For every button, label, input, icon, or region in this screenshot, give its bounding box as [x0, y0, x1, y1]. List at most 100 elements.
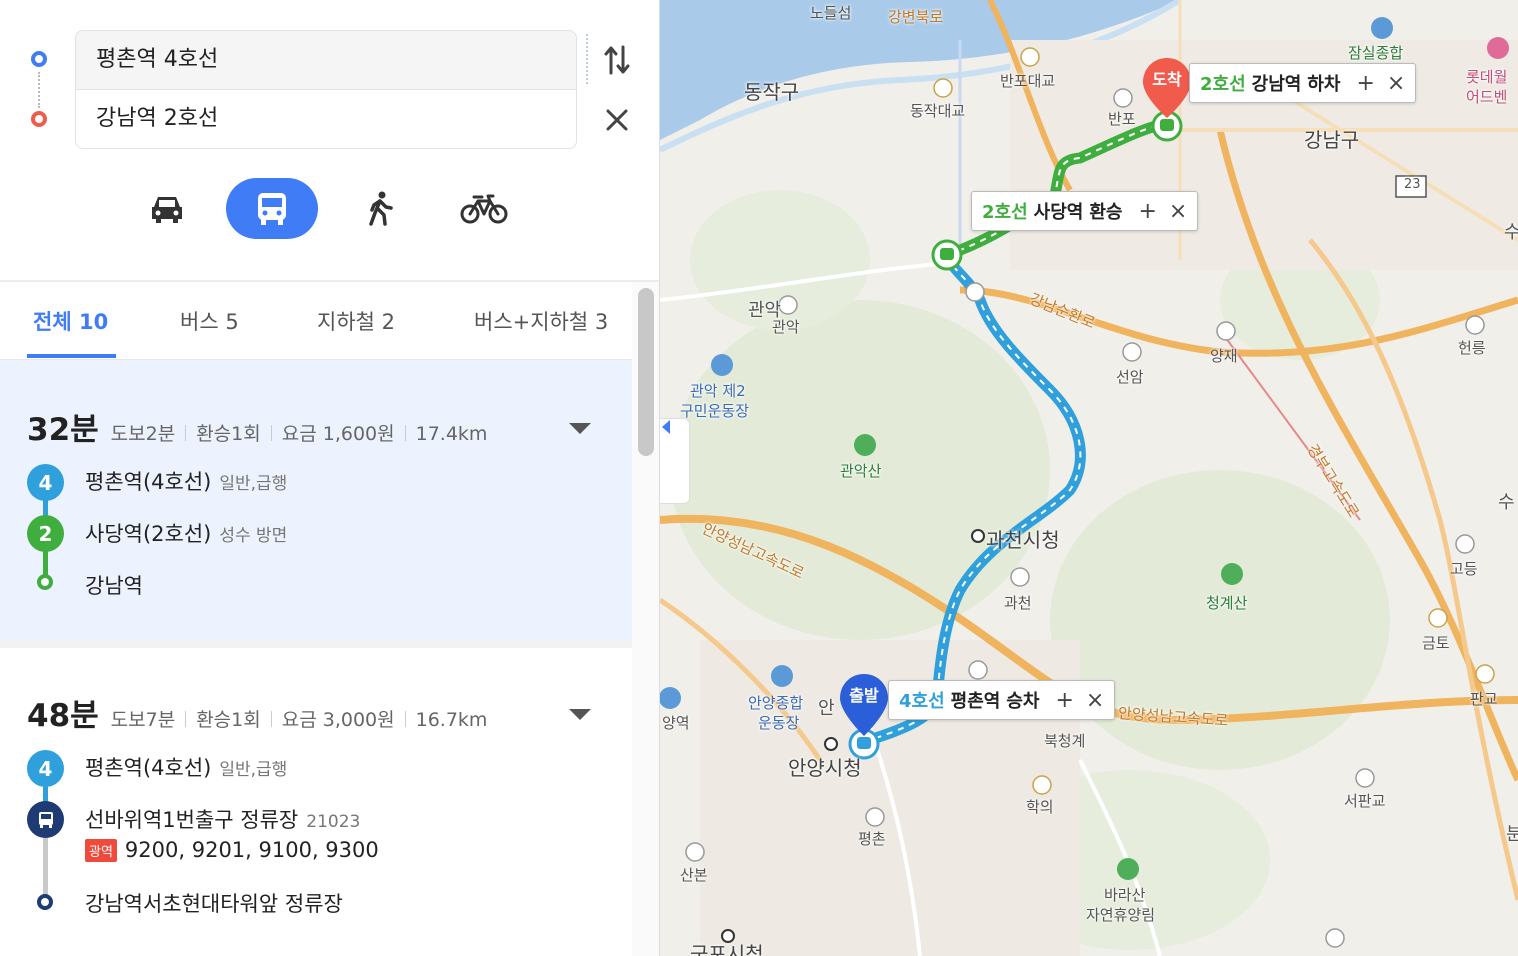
- route-duration: 32분: [27, 412, 99, 448]
- tab-subway[interactable]: 지하철 2: [317, 306, 395, 336]
- mode-bike-button[interactable]: [447, 178, 521, 239]
- mode-walk-button[interactable]: [343, 178, 417, 239]
- map-label: 자연휴양림: [1086, 906, 1156, 924]
- map-label: 동작구: [744, 80, 800, 104]
- tab-bus-subway[interactable]: 버스+지하철 3: [474, 306, 608, 336]
- add-icon[interactable]: +: [1356, 71, 1374, 96]
- map-label: 반포대교: [1000, 72, 1056, 90]
- step-bus-stop: 선바위역1번출구 정류장 21023: [85, 808, 361, 832]
- map-label: 금토: [1422, 634, 1450, 652]
- origin-dot-icon: [31, 51, 47, 67]
- route-summary: 32분 도보2분 환승1회 요금 1,600원 17.4km: [27, 404, 487, 449]
- route-duration: 48분: [27, 698, 99, 734]
- map-label: 평촌: [858, 830, 886, 848]
- route-transfers: 환승1회: [196, 709, 261, 731]
- step-bus-stop: 강남역서초현대타워앞 정류장: [85, 892, 343, 916]
- clear-button[interactable]: [598, 100, 636, 140]
- route-connector-line: [38, 72, 40, 108]
- tab-bus[interactable]: 버스 5: [180, 306, 239, 336]
- map-label: 판교: [1470, 690, 1498, 708]
- route-summary: 48분 도보7분 환승1회 요금 3,000원 16.7km: [27, 690, 487, 735]
- map-label: 어드벤: [1466, 88, 1508, 106]
- map-label: 수: [1498, 492, 1515, 513]
- walk-icon: [369, 191, 393, 226]
- bus-stop-icon: [27, 801, 64, 838]
- callout-action: 승차: [1006, 691, 1040, 712]
- line4-badge-icon: 4: [27, 750, 64, 787]
- map-label: 롯데월: [1466, 68, 1508, 86]
- bicycle-icon: [460, 194, 508, 223]
- bus-numbers: 광역 9200, 9201, 9100, 9300: [85, 838, 379, 862]
- car-icon: [152, 196, 182, 223]
- route-fare: 요금 3,000원: [281, 709, 395, 731]
- chevron-down-icon[interactable]: [569, 423, 591, 434]
- road-number: 23: [1404, 177, 1421, 192]
- arrive-pin[interactable]: 도착: [1143, 58, 1191, 120]
- route-fare: 요금 1,600원: [281, 423, 395, 445]
- route-filter-tabs: 전체 10 버스 5 지하철 2 버스+지하철 3: [0, 282, 632, 360]
- map-label: 운동장: [758, 714, 800, 732]
- map-label: 바라산: [1104, 886, 1146, 904]
- route-transfers: 환승1회: [196, 423, 261, 445]
- callout-station: 강남역: [1251, 74, 1302, 95]
- close-icon[interactable]: ×: [1387, 71, 1405, 96]
- map-label: 분: [1506, 824, 1518, 845]
- map-label: 학의: [1026, 798, 1054, 816]
- map-label: 고등: [1450, 560, 1478, 578]
- map-label: 산본: [680, 866, 708, 884]
- add-icon[interactable]: +: [1138, 199, 1156, 224]
- callout-line: 2호선: [982, 202, 1028, 223]
- map-label: 반포: [1108, 110, 1136, 128]
- map-label: 강변북로: [888, 8, 944, 26]
- chevron-down-icon[interactable]: [569, 709, 591, 720]
- route-card-1[interactable]: 32분 도보2분 환승1회 요금 1,600원 17.4km 4 평촌역(4호선…: [0, 360, 632, 640]
- route-distance: 16.7km: [415, 709, 488, 731]
- depart-callout: 4호선 평촌역 승차 + ×: [888, 680, 1116, 720]
- destination-dot-icon: [31, 111, 47, 127]
- map-label: 강남구: [1304, 128, 1360, 152]
- swap-divider: [586, 34, 588, 84]
- destination-input[interactable]: 강남역 2호선: [75, 89, 577, 149]
- map-view[interactable]: 노들섬 강변북로 동작구 반포대교 동작대교 반포 잠실종합 롯데월 어드벤 강…: [660, 0, 1518, 956]
- transfer-callout: 2호선 사당역 환승 + ×: [971, 191, 1199, 231]
- bus-type-badge: 광역: [85, 838, 117, 862]
- map-label: 수: [1504, 222, 1518, 243]
- map-canvas: [660, 0, 1518, 956]
- line2-badge-icon: 2: [27, 515, 64, 552]
- mode-transit-button[interactable]: [226, 178, 318, 239]
- map-label: 잠실종합: [1348, 44, 1404, 62]
- map-label: 안양시청: [788, 756, 862, 780]
- route-walk-time: 도보7분: [110, 709, 176, 731]
- map-label: 관악산: [840, 462, 882, 480]
- map-label: 관악: [772, 318, 800, 336]
- map-label: 과천시청: [986, 528, 1060, 552]
- swap-button[interactable]: [598, 40, 636, 80]
- active-tab-indicator: [27, 354, 116, 358]
- scrollbar-thumb[interactable]: [638, 288, 654, 456]
- depart-pin[interactable]: 출발: [840, 674, 888, 736]
- route-card-2[interactable]: 48분 도보7분 환승1회 요금 3,000원 16.7km 4 평촌역(4호선…: [0, 640, 632, 956]
- map-label: 서판교: [1344, 792, 1386, 810]
- arrive-callout: 2호선 강남역 하차 + ×: [1189, 63, 1417, 103]
- map-label: 군포시청: [690, 942, 764, 956]
- map-label: 안: [818, 698, 835, 719]
- map-label: 구민운동장: [680, 402, 750, 420]
- swap-icon: [604, 45, 630, 75]
- origin-input[interactable]: 평촌역 4호선: [75, 30, 577, 90]
- collapse-panel-button[interactable]: [660, 418, 690, 504]
- callout-action: 환승: [1089, 202, 1123, 223]
- map-label: 관악 제2: [690, 382, 746, 400]
- tab-all[interactable]: 전체 10: [33, 306, 108, 336]
- map-label: 북청계: [1044, 732, 1086, 750]
- close-icon[interactable]: ×: [1169, 199, 1187, 224]
- end-station-dot-icon: [37, 574, 53, 590]
- step-station: 평촌역(4호선) 일반,급행: [85, 756, 288, 780]
- mode-car-button[interactable]: [130, 178, 204, 239]
- map-label: 동작대교: [910, 102, 966, 120]
- add-icon[interactable]: +: [1055, 688, 1073, 713]
- close-icon[interactable]: ×: [1086, 688, 1104, 713]
- map-label: 양역: [662, 714, 690, 732]
- map-label: 선암: [1116, 368, 1144, 386]
- callout-station: 평촌역: [950, 691, 1001, 712]
- line4-badge-icon: 4: [27, 464, 64, 501]
